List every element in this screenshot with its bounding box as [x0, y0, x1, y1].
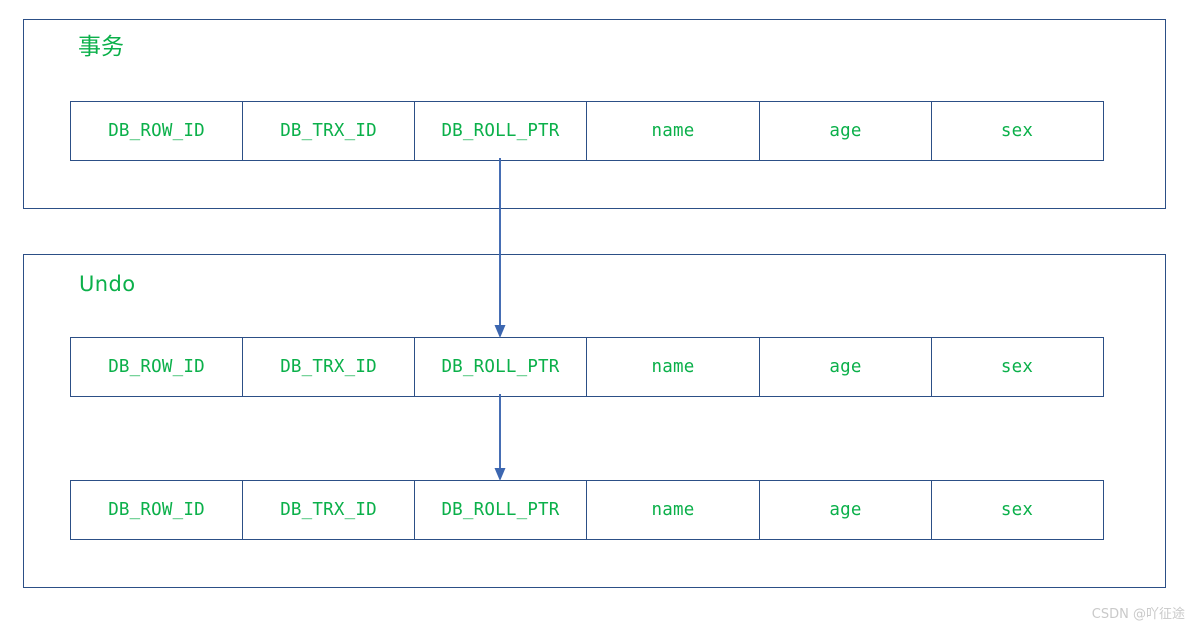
cell-db-row-id: DB_ROW_ID	[71, 102, 243, 160]
cell-db-trx-id: DB_TRX_ID	[243, 102, 415, 160]
record-row-transaction: DB_ROW_ID DB_TRX_ID DB_ROLL_PTR name age…	[70, 101, 1104, 161]
record-row-undo-1: DB_ROW_ID DB_TRX_ID DB_ROLL_PTR name age…	[70, 337, 1104, 397]
cell-age: age	[760, 338, 932, 396]
diagram-canvas: 事务 DB_ROW_ID DB_TRX_ID DB_ROLL_PTR name …	[0, 0, 1197, 629]
cell-name: name	[587, 338, 760, 396]
cell-db-trx-id: DB_TRX_ID	[243, 338, 415, 396]
cell-db-row-id: DB_ROW_ID	[71, 338, 243, 396]
cell-age: age	[760, 481, 932, 539]
cell-db-trx-id: DB_TRX_ID	[243, 481, 415, 539]
cell-name: name	[587, 102, 760, 160]
record-row-undo-2: DB_ROW_ID DB_TRX_ID DB_ROLL_PTR name age…	[70, 480, 1104, 540]
group-title-transaction: 事务	[78, 34, 124, 60]
cell-db-roll-ptr: DB_ROLL_PTR	[415, 102, 587, 160]
group-title-undo: Undo	[79, 272, 136, 296]
cell-db-roll-ptr: DB_ROLL_PTR	[415, 338, 587, 396]
connector-arrow-roll-ptr-to-undo-1	[494, 158, 506, 338]
cell-age: age	[760, 102, 932, 160]
cell-db-roll-ptr: DB_ROLL_PTR	[415, 481, 587, 539]
watermark-text: CSDN @吖征途	[1091, 607, 1185, 622]
connector-arrow-roll-ptr-to-undo-2	[494, 394, 506, 481]
cell-sex: sex	[1000, 500, 1034, 520]
cell-sex: sex	[1000, 121, 1034, 141]
cell-db-row-id: DB_ROW_ID	[71, 481, 243, 539]
cell-sex: sex	[1000, 357, 1034, 377]
cell-name: name	[587, 481, 760, 539]
